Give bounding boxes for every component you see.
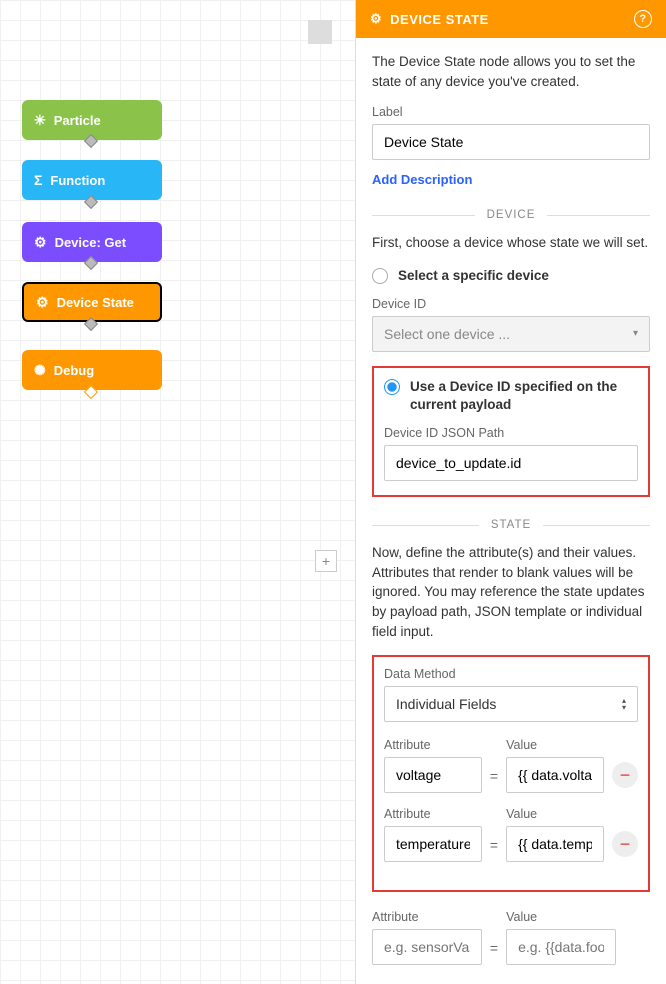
remove-row-button[interactable]: −	[612, 762, 638, 788]
gear-icon: ⚙	[34, 234, 47, 251]
label-input[interactable]	[372, 124, 650, 160]
attribute-input[interactable]	[372, 929, 482, 965]
json-path-label: Device ID JSON Path	[384, 426, 638, 440]
label-field-label: Label	[372, 105, 650, 119]
spark-icon: ✳	[34, 112, 46, 129]
add-description-link[interactable]: Add Description	[372, 172, 472, 187]
properties-panel: ⚙ DEVICE STATE ? The Device State node a…	[356, 0, 666, 984]
gear-icon: ⚙	[370, 11, 382, 27]
node-debug[interactable]: ✺ Debug	[22, 350, 162, 390]
data-method-label: Data Method	[384, 667, 638, 681]
canvas-corner-square	[308, 20, 332, 44]
node-label: Function	[50, 173, 105, 188]
device-section-intro: First, choose a device whose state we wi…	[372, 233, 650, 253]
gear-icon: ⚙	[36, 294, 49, 311]
chevron-down-icon: ▾	[633, 328, 638, 339]
node-label: Device State	[57, 295, 134, 310]
equals-sign: =	[490, 837, 498, 862]
node-label: Particle	[54, 113, 101, 128]
node-device-state[interactable]: ⚙ Device State	[22, 282, 162, 322]
attribute-row: Attribute = Value −	[384, 738, 638, 793]
device-id-select: Select one device ... ▾	[372, 316, 650, 352]
node-label: Device: Get	[55, 235, 127, 250]
section-divider-device: DEVICE	[372, 209, 650, 221]
data-method-select[interactable]: Individual Fields ▴▾	[384, 686, 638, 722]
state-highlight: Data Method Individual Fields ▴▾ Attribu…	[372, 655, 650, 892]
panel-title: DEVICE STATE	[390, 12, 489, 27]
device-id-label: Device ID	[372, 297, 650, 311]
device-payload-highlight: Use a Device ID specified on the current…	[372, 366, 650, 497]
equals-sign: =	[490, 940, 498, 965]
value-input[interactable]	[506, 929, 616, 965]
attribute-row-empty: Attribute = Value −	[372, 910, 650, 965]
radio-icon	[372, 268, 388, 284]
sigma-icon: Σ	[34, 172, 42, 188]
radio-specific-device[interactable]: Select a specific device	[372, 267, 650, 285]
remove-row-button[interactable]: −	[612, 831, 638, 857]
updown-icon: ▴▾	[622, 697, 626, 711]
value-input[interactable]	[506, 757, 604, 793]
json-path-input[interactable]	[384, 445, 638, 481]
section-divider-state: STATE	[372, 519, 650, 531]
value-input[interactable]	[506, 826, 604, 862]
attribute-row: Attribute = Value −	[384, 807, 638, 862]
attribute-input[interactable]	[384, 826, 482, 862]
radio-icon	[384, 379, 400, 395]
radio-payload-device[interactable]: Use a Device ID specified on the current…	[384, 378, 638, 414]
node-function[interactable]: Σ Function	[22, 160, 162, 200]
workflow-canvas[interactable]: ✳ Particle Σ Function ⚙ Device: Get ⚙ De…	[0, 0, 356, 984]
state-section-intro: Now, define the attribute(s) and their v…	[372, 543, 650, 641]
panel-header: ⚙ DEVICE STATE ?	[356, 0, 666, 38]
bug-icon: ✺	[34, 362, 46, 379]
add-node-button[interactable]: +	[315, 550, 337, 572]
attribute-input[interactable]	[384, 757, 482, 793]
help-icon[interactable]: ?	[634, 10, 652, 28]
equals-sign: =	[490, 768, 498, 793]
panel-description: The Device State node allows you to set …	[372, 52, 650, 91]
node-label: Debug	[54, 363, 94, 378]
